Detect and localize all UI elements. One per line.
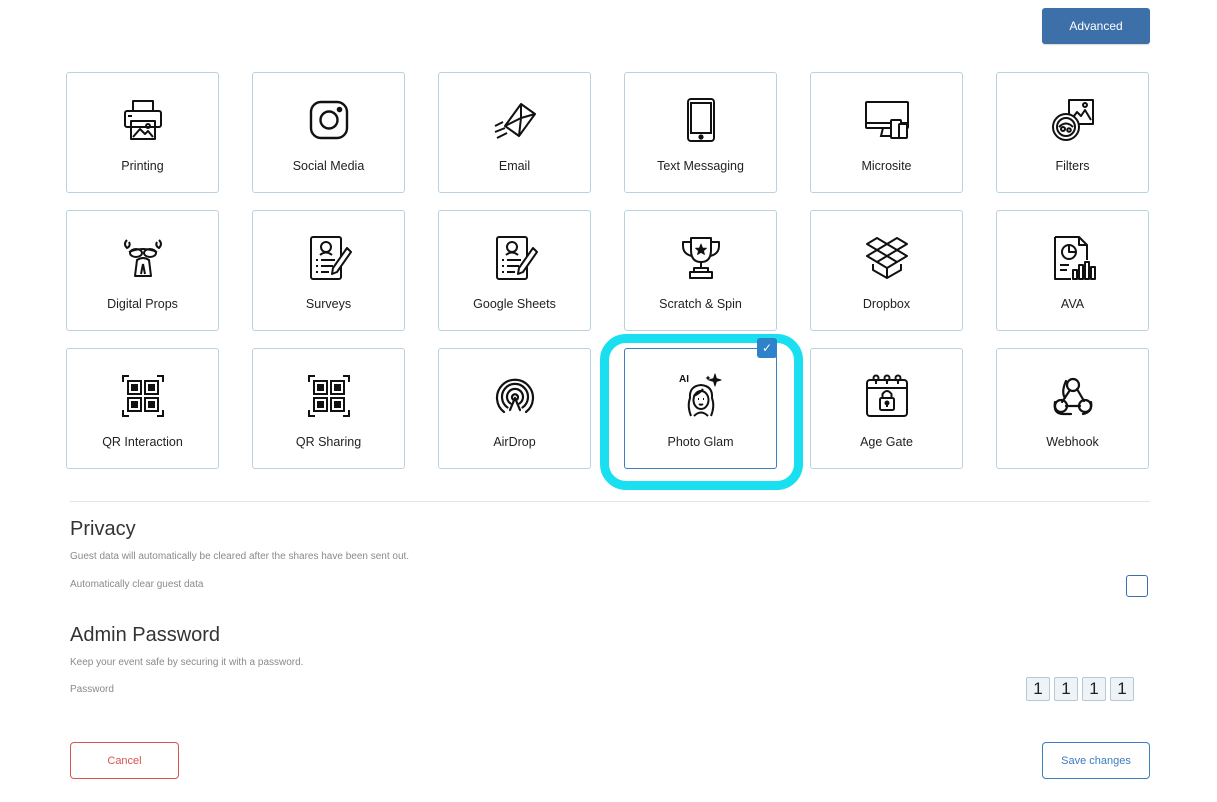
tile-text-messaging[interactable]: Text Messaging <box>624 72 777 193</box>
tile-label: Age Gate <box>860 435 913 449</box>
filters-icon <box>1048 95 1098 145</box>
tile-label: Google Sheets <box>473 297 556 311</box>
tile-google-sheets[interactable]: Google Sheets <box>438 210 591 331</box>
instagram-icon <box>304 95 354 145</box>
password-pin <box>1026 677 1134 701</box>
printer-icon <box>118 95 168 145</box>
password-label: Password <box>70 684 114 695</box>
section-divider <box>70 501 1150 502</box>
tile-label: Digital Props <box>107 297 178 311</box>
props-icon <box>118 233 168 283</box>
tile-label: Microsite <box>861 159 912 173</box>
tile-ava[interactable]: AVA <box>996 210 1149 331</box>
tile-microsite[interactable]: Microsite <box>810 72 963 193</box>
tile-label: Email <box>498 159 531 173</box>
tile-digital-props[interactable]: Digital Props <box>66 210 219 331</box>
webhook-icon <box>1048 371 1098 421</box>
cancel-button[interactable]: Cancel <box>70 742 179 779</box>
tile-social-media[interactable]: Social Media <box>252 72 405 193</box>
survey-form-icon <box>304 233 354 283</box>
tile-label: AirDrop <box>493 435 536 449</box>
qr-code-icon <box>304 371 354 421</box>
tile-photo-glam[interactable]: ✓ AI Photo Glam <box>600 334 803 490</box>
desktop-devices-icon <box>862 95 912 145</box>
tile-label: AVA <box>1060 297 1085 311</box>
tile-age-gate[interactable]: Age Gate <box>810 348 963 469</box>
calendar-lock-icon <box>862 371 912 421</box>
password-digit-1[interactable] <box>1026 677 1050 701</box>
tile-airdrop[interactable]: AirDrop <box>438 348 591 469</box>
tile-label: QR Interaction <box>102 435 183 449</box>
admin-password-title: Admin Password <box>70 624 221 646</box>
qr-code-icon <box>118 371 168 421</box>
ai-text: AI <box>679 374 689 385</box>
tile-label: Filters <box>1055 159 1090 173</box>
privacy-title: Privacy <box>70 518 136 540</box>
tile-filters[interactable]: Filters <box>996 72 1149 193</box>
integration-tiles: Printing Social Media Email Text Messagi… <box>66 72 1149 490</box>
check-icon: ✓ <box>757 338 777 358</box>
save-changes-button[interactable]: Save changes <box>1042 742 1150 779</box>
clear-guest-data-label: Automatically clear guest data <box>70 579 204 590</box>
tablet-icon <box>676 95 726 145</box>
tile-label: Printing <box>121 159 164 173</box>
advanced-button[interactable]: Advanced <box>1042 8 1150 44</box>
tile-label: Photo Glam <box>667 435 734 449</box>
tile-label: Text Messaging <box>657 159 744 173</box>
tile-scratch-spin[interactable]: Scratch & Spin <box>624 210 777 331</box>
ai-face-icon: AI <box>676 371 726 421</box>
admin-password-description: Keep your event safe by securing it with… <box>70 657 304 668</box>
tile-dropbox[interactable]: Dropbox <box>810 210 963 331</box>
tile-label: Dropbox <box>862 297 911 311</box>
airdrop-icon <box>490 371 540 421</box>
tile-label: Social Media <box>292 159 365 173</box>
tile-label: Surveys <box>305 297 352 311</box>
envelope-icon <box>490 95 540 145</box>
tile-qr-sharing[interactable]: QR Sharing <box>252 348 405 469</box>
password-digit-2[interactable] <box>1054 677 1078 701</box>
password-digit-3[interactable] <box>1082 677 1106 701</box>
tile-label: Scratch & Spin <box>659 297 742 311</box>
password-digit-4[interactable] <box>1110 677 1134 701</box>
analytics-report-icon <box>1048 233 1098 283</box>
trophy-icon <box>676 233 726 283</box>
dropbox-icon <box>862 233 912 283</box>
privacy-description: Guest data will automatically be cleared… <box>70 551 410 562</box>
sheets-form-icon <box>490 233 540 283</box>
tile-label: QR Sharing <box>295 435 362 449</box>
tile-email[interactable]: Email <box>438 72 591 193</box>
tile-qr-interaction[interactable]: QR Interaction <box>66 348 219 469</box>
tile-webhook[interactable]: Webhook <box>996 348 1149 469</box>
tile-printing[interactable]: Printing <box>66 72 219 193</box>
tile-surveys[interactable]: Surveys <box>252 210 405 331</box>
clear-guest-data-checkbox[interactable] <box>1126 575 1148 597</box>
tile-label: Webhook <box>1046 435 1099 449</box>
